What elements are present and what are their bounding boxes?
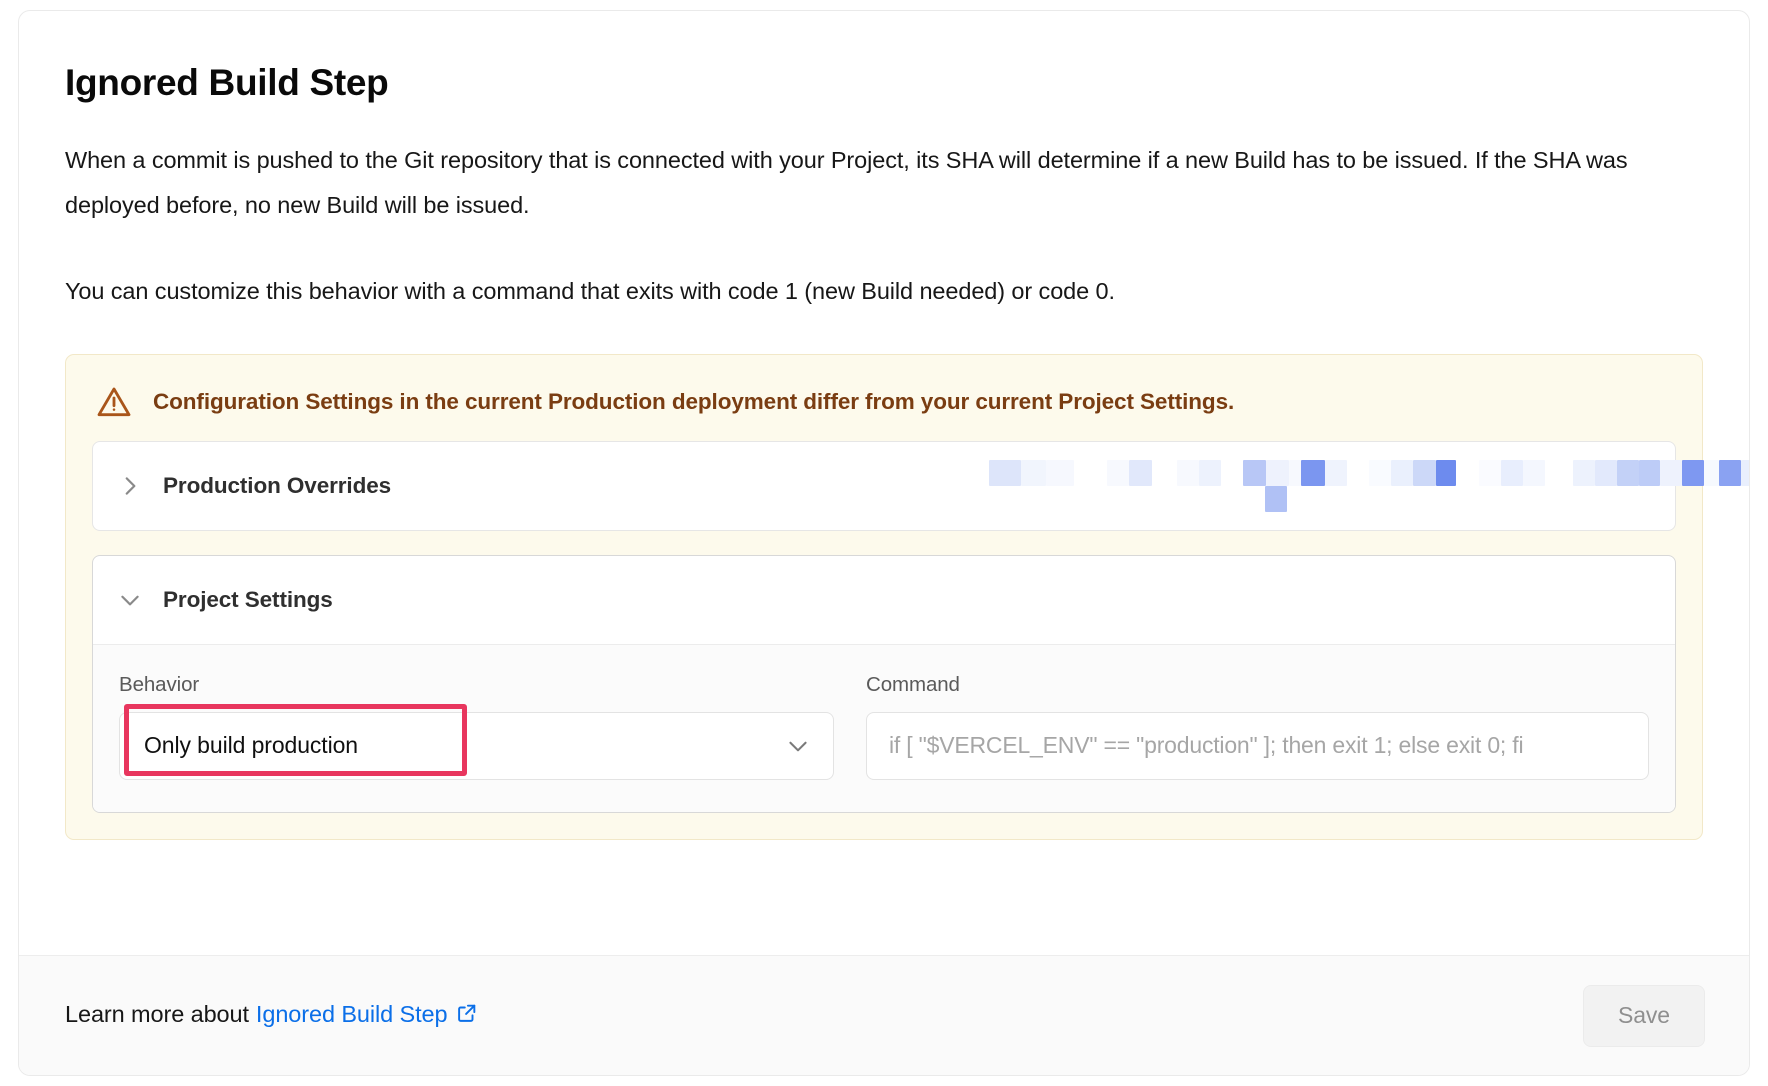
project-settings-content: Behavior Only build production Command i… xyxy=(93,643,1675,812)
description-paragraph-2: You can customize this behavior with a c… xyxy=(65,277,1115,304)
behavior-select[interactable]: Only build production xyxy=(119,711,834,780)
external-link-icon[interactable] xyxy=(456,1003,478,1029)
warning-triangle-icon xyxy=(94,382,134,422)
description-paragraph-1: When a commit is pushed to the Git repos… xyxy=(65,146,1628,218)
command-field: Command if [ "$VERCEL_ENV" == "productio… xyxy=(866,673,1649,780)
command-input[interactable]: if [ "$VERCEL_ENV" == "production" ]; th… xyxy=(866,711,1649,780)
chevron-down-icon[interactable] xyxy=(785,733,811,759)
project-settings-header[interactable]: Project Settings xyxy=(93,556,1675,644)
ignored-build-step-card: Ignored Build Step When a commit is push… xyxy=(18,10,1750,1076)
learn-more-prefix: Learn more about xyxy=(65,1001,249,1027)
production-overrides-panel[interactable]: Production Overrides xyxy=(92,440,1749,531)
learn-more-text: Learn more about Ignored Build Step xyxy=(65,1001,478,1030)
diff-banner-message: Configuration Settings in the current Pr… xyxy=(153,388,1235,414)
chevron-right-icon[interactable] xyxy=(117,473,143,499)
behavior-label: Behavior xyxy=(119,672,200,696)
command-label: Command xyxy=(866,672,960,696)
production-overrides-header[interactable]: Production Overrides xyxy=(93,442,1749,530)
ignored-build-step-link[interactable]: Ignored Build Step xyxy=(256,1001,448,1027)
settings-page: Ignored Build Step When a commit is push… xyxy=(0,0,1768,1086)
behavior-select-wrap: Only build production xyxy=(119,703,834,780)
diff-banner-header: Configuration Settings in the current Pr… xyxy=(92,377,1676,441)
card-body: Ignored Build Step When a commit is push… xyxy=(19,11,1749,955)
chevron-down-icon[interactable] xyxy=(117,587,143,613)
behavior-field: Behavior Only build production xyxy=(119,673,834,780)
redacted-overrides-preview xyxy=(989,459,1749,512)
behavior-selected-value: Only build production xyxy=(144,732,358,759)
project-settings-label: Project Settings xyxy=(163,586,333,612)
save-button[interactable]: Save xyxy=(1582,984,1705,1047)
production-overrides-label: Production Overrides xyxy=(163,472,392,498)
project-settings-panel: Project Settings Behavior Only build pro… xyxy=(92,554,1676,813)
command-placeholder: if [ "$VERCEL_ENV" == "production" ]; th… xyxy=(889,732,1524,759)
card-footer: Learn more about Ignored Build Step Save xyxy=(19,955,1749,1075)
configuration-diff-banner: Configuration Settings in the current Pr… xyxy=(65,353,1749,840)
page-title: Ignored Build Step xyxy=(65,62,389,103)
